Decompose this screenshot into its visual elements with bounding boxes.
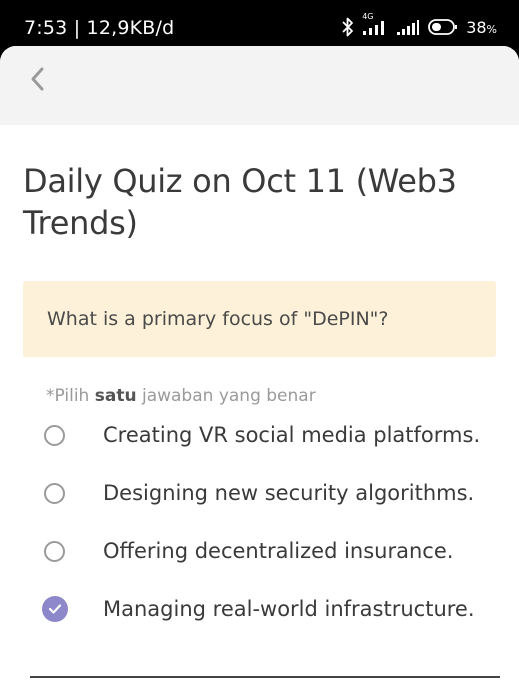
answer-option[interactable]: Offering decentralized insurance. [44, 531, 504, 571]
radio-button[interactable] [44, 482, 65, 504]
page-title: Daily Quiz on Oct 11 (Web3 Trends) [23, 162, 457, 242]
answer-option-label: Managing real-world infrastructure. [103, 597, 475, 621]
radio-button[interactable] [44, 540, 65, 562]
bluetooth-icon [342, 17, 354, 37]
header-bar [0, 46, 519, 125]
chevron-left-icon [29, 66, 45, 96]
answer-option-label: Creating VR social media platforms. [103, 423, 481, 447]
answer-option[interactable]: Creating VR social media platforms. [44, 415, 504, 455]
signal-icon [396, 18, 420, 36]
battery-percent: 38% [466, 17, 497, 37]
network-type-label: 4G [362, 12, 374, 21]
checkmark-icon [48, 600, 62, 619]
instruction-text: *Pilih satu jawaban yang benar [46, 386, 316, 406]
back-button[interactable] [22, 64, 52, 98]
status-time-speed: 7:53 | 12,9KB/d [24, 17, 175, 39]
divider [30, 676, 500, 678]
status-icons: 4G 38% [342, 12, 497, 38]
answer-option[interactable]: Designing new security algorithms. [44, 473, 504, 513]
question-box: What is a primary focus of "DePIN"? [23, 281, 496, 357]
quiz-sheet: Daily Quiz on Oct 11 (Web3 Trends) What … [0, 46, 519, 686]
status-bar: 7:53 | 12,9KB/d 4G 38% [0, 0, 519, 52]
answer-option-label: Designing new security algorithms. [103, 481, 475, 505]
question-text: What is a primary focus of "DePIN"? [47, 308, 389, 330]
radio-button-checked[interactable] [42, 596, 68, 622]
signal-icon: 4G [362, 12, 388, 36]
answer-option-selected[interactable]: Managing real-world infrastructure. [42, 589, 504, 629]
answer-option-label: Offering decentralized insurance. [103, 539, 454, 563]
battery-icon [428, 18, 458, 36]
radio-button[interactable] [44, 424, 65, 446]
